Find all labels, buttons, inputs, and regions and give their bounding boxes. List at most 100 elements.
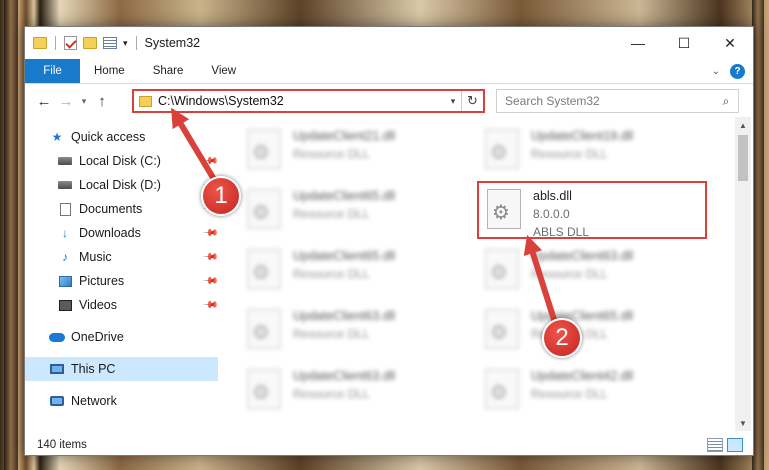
file-item[interactable]: UpdateClient65.dll Resource DLL	[239, 183, 469, 239]
dll-file-icon	[485, 249, 519, 289]
sidebar-item-label: Documents	[79, 202, 143, 216]
customize-toolbar-chevron-icon[interactable]: ▾	[123, 38, 128, 49]
sidebar-item-documents[interactable]: Documents 📌	[25, 197, 218, 221]
sidebar-item-label: Videos	[79, 298, 117, 312]
tiles-view-icon[interactable]	[727, 438, 743, 452]
pin-icon[interactable]: 📌	[201, 153, 218, 170]
search-icon[interactable]: ⌕	[714, 94, 738, 109]
sidebar-item-label: This PC	[71, 362, 116, 376]
sidebar-item-pictures[interactable]: Pictures 📌	[25, 269, 218, 293]
sidebar-item-onedrive[interactable]: OneDrive	[25, 325, 218, 349]
window-title: System32	[144, 36, 201, 50]
file-item[interactable]: UpdateClient65.dll Resource DLL	[477, 303, 707, 359]
sidebar-item-label: Pictures	[79, 274, 125, 288]
address-path[interactable]: C:\Windows\System32	[158, 94, 445, 108]
file-type: Resource DLL	[531, 147, 608, 161]
dll-file-icon	[485, 369, 519, 409]
back-arrow-icon[interactable]: ←	[33, 93, 55, 110]
sidebar-item-quick-access[interactable]: ★ Quick access	[25, 125, 218, 149]
navigation-bar: ← → ▾ ↑ C:\Windows\System32 ▾ ↻ Search S…	[25, 85, 753, 117]
annotation-badge-1: 1	[201, 176, 241, 216]
file-type: Resource DLL	[293, 327, 370, 341]
pin-icon[interactable]: 📌	[201, 297, 218, 314]
scroll-down-arrow-icon[interactable]: ▼	[735, 415, 751, 431]
dll-file-icon	[247, 369, 281, 409]
search-box[interactable]: Search System32 ⌕	[496, 89, 739, 113]
dll-file-icon	[487, 189, 521, 229]
sidebar-item-local-disk-d[interactable]: Local Disk (D:) 📌	[25, 173, 218, 197]
help-icon[interactable]: ?	[730, 64, 745, 79]
file-item-abls-dll[interactable]: abls.dll 8.0.0.0 ABLS DLL	[477, 181, 707, 239]
navigation-pane: ★ Quick access Local Disk (C:) 📌 Local D…	[25, 123, 218, 427]
file-explorer-window: ▾ System32 — ☐ ✕ File Home Share View ⌄ …	[24, 26, 754, 456]
file-item[interactable]: UpdateClient63.dll Resource DLL	[239, 363, 469, 419]
tab-share[interactable]: Share	[139, 59, 198, 83]
tab-file[interactable]: File	[25, 59, 80, 83]
search-input[interactable]: Search System32	[505, 94, 714, 108]
dll-file-icon	[247, 249, 281, 289]
file-name: UpdateClient63.dll	[293, 309, 396, 323]
quick-access-toolbar: ▾	[25, 36, 139, 50]
file-name: UpdateClient19.dll	[531, 129, 634, 143]
file-item[interactable]: UpdateClient42.dll Resource DLL	[477, 363, 707, 419]
sidebar-item-label: Downloads	[79, 226, 141, 240]
file-item[interactable]: UpdateClient63.dll Resource DLL	[239, 303, 469, 359]
pin-icon[interactable]: 📌	[201, 273, 218, 290]
sidebar-item-downloads[interactable]: ↓ Downloads 📌	[25, 221, 218, 245]
expand-ribbon-chevron-icon[interactable]: ⌄	[712, 66, 720, 77]
sidebar-item-local-disk-c[interactable]: Local Disk (C:) 📌	[25, 149, 218, 173]
file-item[interactable]: UpdateClient65.dll Resource DLL	[239, 243, 469, 299]
file-name: UpdateClient42.dll	[531, 369, 634, 383]
title-bar: ▾ System32 — ☐ ✕	[25, 27, 753, 59]
vertical-scrollbar[interactable]: ▲ ▼	[735, 117, 751, 431]
file-item[interactable]: UpdateClient21.dll Resource DLL	[239, 123, 469, 179]
file-item[interactable]: UpdateClient63.dll Resource DLL	[477, 243, 707, 299]
recent-locations-chevron-icon[interactable]: ▾	[77, 96, 91, 107]
forward-arrow-icon[interactable]: →	[55, 93, 77, 110]
file-list: UpdateClient21.dll Resource DLL UpdateCl…	[225, 123, 735, 431]
item-count: 140 items	[37, 439, 87, 451]
tab-home[interactable]: Home	[80, 59, 139, 83]
maximize-button[interactable]: ☐	[661, 27, 707, 59]
pin-icon[interactable]: 📌	[201, 249, 218, 266]
dll-file-icon	[485, 129, 519, 169]
minimize-button[interactable]: —	[615, 27, 661, 59]
file-name: UpdateClient63.dll	[531, 249, 634, 263]
network-icon	[49, 394, 65, 408]
downloads-icon: ↓	[62, 226, 68, 240]
file-name: UpdateClient63.dll	[293, 369, 396, 383]
sidebar-item-videos[interactable]: Videos 📌	[25, 293, 218, 317]
sidebar-item-label: Quick access	[71, 130, 146, 144]
onedrive-icon	[49, 330, 65, 344]
scroll-up-arrow-icon[interactable]: ▲	[735, 117, 751, 133]
sidebar-item-this-pc[interactable]: This PC	[25, 357, 218, 381]
tab-view[interactable]: View	[197, 59, 250, 83]
status-bar: 140 items	[25, 433, 753, 455]
pc-icon	[49, 362, 65, 376]
ribbon-right-controls: ⌄ ?	[712, 64, 745, 79]
scrollbar-thumb[interactable]	[738, 135, 748, 181]
sidebar-item-music[interactable]: ♪ Music 📌	[25, 245, 218, 269]
properties-check-icon[interactable]	[64, 36, 77, 50]
dll-file-icon	[247, 309, 281, 349]
toolbar-divider	[135, 36, 137, 50]
sidebar-item-network[interactable]: Network	[25, 389, 218, 413]
address-bar[interactable]: C:\Windows\System32 ▾ ↻	[132, 89, 485, 113]
file-name: UpdateClient65.dll	[531, 309, 634, 323]
background-tree-trunk	[4, 0, 18, 470]
close-button[interactable]: ✕	[707, 27, 753, 59]
file-type: Resource DLL	[293, 387, 370, 401]
file-item[interactable]: UpdateClient19.dll Resource DLL	[477, 123, 707, 179]
new-folder-icon[interactable]	[83, 37, 97, 49]
ribbon-tabs: File Home Share View ⌄ ?	[25, 59, 753, 84]
sidebar-item-label: Local Disk (D:)	[79, 178, 161, 192]
details-view-icon[interactable]	[707, 438, 723, 452]
up-arrow-icon[interactable]: ↑	[91, 93, 113, 110]
refresh-icon[interactable]: ↻	[461, 91, 483, 111]
sidebar-item-label: Network	[71, 394, 117, 408]
pin-icon[interactable]: 📌	[201, 225, 218, 242]
sidebar-item-label: Music	[79, 250, 112, 264]
address-history-chevron-icon[interactable]: ▾	[445, 96, 461, 107]
pictures-icon	[57, 274, 73, 288]
view-properties-icon[interactable]	[103, 37, 117, 49]
